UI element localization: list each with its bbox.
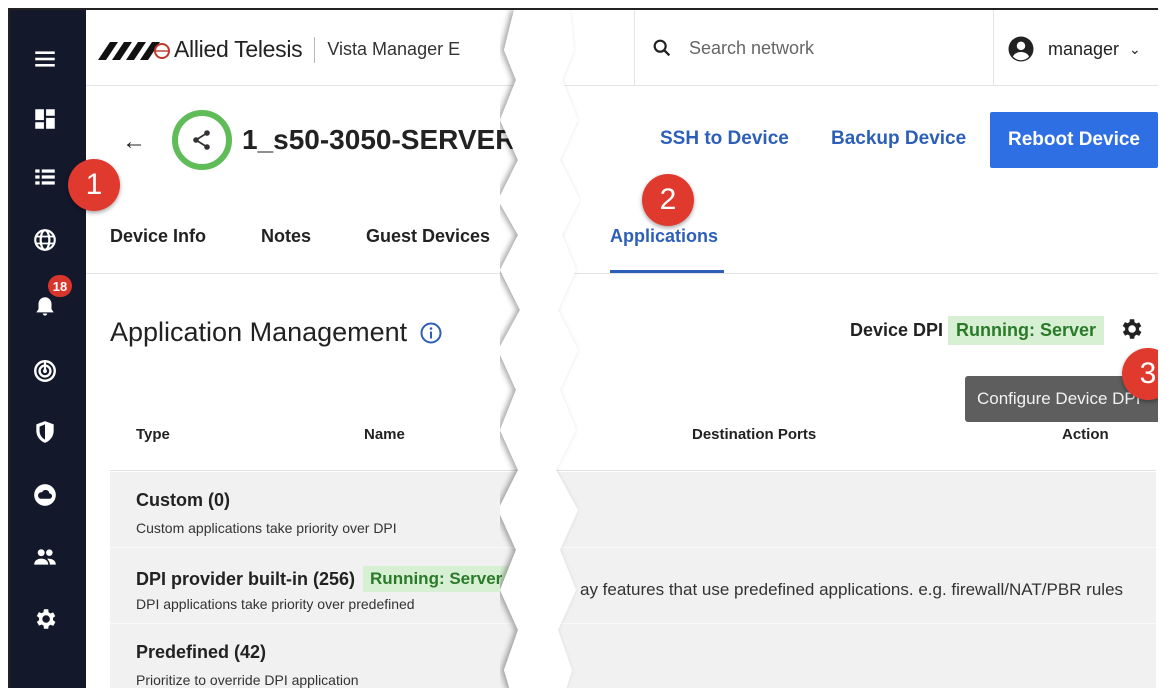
cloud-icon[interactable] (28, 478, 62, 512)
search-input[interactable] (689, 37, 949, 59)
tab-bar: Device Info Notes Guest Devices Applicat… (86, 200, 1158, 274)
callout-1: 1 (68, 159, 120, 211)
tab-applications[interactable]: Applications (610, 226, 718, 247)
brand-name: Allied Telesis (174, 36, 303, 62)
dpi-status-badge: Running: Server (948, 316, 1105, 345)
row-subtitle: DPI applications take priority over pred… (136, 596, 415, 612)
share-icon (193, 130, 210, 150)
table-row[interactable]: Custom (0) Custom applications take prio… (110, 472, 1156, 548)
shield-icon[interactable] (28, 415, 62, 449)
column-header-action[interactable]: Action (1062, 426, 1109, 443)
callout-2: 2 (642, 174, 694, 226)
user-name: manager (1048, 38, 1120, 59)
user-menu[interactable]: manager ⌄ (1006, 34, 1141, 64)
row-title: DPI provider built-in (256) Running: Ser… (136, 566, 510, 592)
back-arrow-icon[interactable]: ← (122, 128, 146, 156)
search-bar[interactable] (634, 10, 994, 86)
table-row[interactable]: DPI provider built-in (256) Running: Ser… (110, 548, 1156, 624)
row-description: ay features that use predefined applicat… (580, 580, 1124, 599)
device-status-icon (172, 110, 232, 170)
product-name: Vista Manager E (327, 39, 461, 59)
dashboard-icon[interactable] (28, 102, 62, 136)
device-dpi-label: Device DPI (850, 320, 944, 340)
brand[interactable]: Allied Telesis Vista Manager E (98, 36, 460, 63)
torn-edge-decoration (500, 10, 580, 688)
gear-icon[interactable] (28, 602, 62, 636)
column-header-type[interactable]: Type (136, 426, 170, 443)
active-tab-indicator (610, 270, 724, 273)
tab-device-info[interactable]: Device Info (110, 226, 206, 247)
ssh-to-device-link[interactable]: SSH to Device (660, 128, 789, 150)
account-icon (1008, 36, 1034, 62)
table-row[interactable]: Predefined (42) Prioritize to override D… (110, 624, 1156, 688)
backup-device-link[interactable]: Backup Device (831, 128, 966, 150)
top-bar: Allied Telesis Vista Manager E manager ⌄ (86, 10, 1158, 86)
page-title: Application Management (110, 317, 443, 348)
menu-icon[interactable] (28, 42, 62, 76)
column-header-name[interactable]: Name (364, 426, 405, 443)
info-icon[interactable] (419, 321, 443, 345)
device-name: 1_s50-3050-SERVER (242, 124, 516, 155)
reboot-device-button[interactable]: Reboot Device (990, 112, 1158, 168)
row-title: Predefined (42) (136, 642, 267, 662)
list-icon[interactable] (28, 160, 62, 194)
tab-notes[interactable]: Notes (261, 226, 311, 247)
radar-icon[interactable] (28, 354, 62, 388)
sidebar: 18 (10, 10, 86, 688)
search-icon (653, 39, 671, 57)
row-subtitle: Prioritize to override DPI application (136, 672, 359, 688)
row-subtitle: Custom applications take priority over D… (136, 520, 397, 536)
globe-icon[interactable] (28, 223, 62, 257)
app-window: 18 Allied Telesis Vista Manager E Search… (8, 8, 1158, 688)
brand-divider (314, 36, 316, 63)
configure-dpi-gear-icon[interactable] (1118, 316, 1144, 342)
tab-guest-devices[interactable]: Guest Devices (366, 226, 490, 247)
row-status-badge: Running: Server (363, 566, 510, 592)
row-title: Custom (0) (136, 490, 230, 510)
table-header-divider (110, 470, 1156, 471)
chevron-down-icon: ⌄ (1129, 40, 1141, 57)
notification-badge: 18 (48, 275, 72, 297)
people-icon[interactable] (28, 540, 62, 574)
device-header: ← 1_s50-3050-SERVER SSH to Device Backup… (86, 86, 1158, 200)
applications-table: Type Name Destination Ports Action Custo… (110, 396, 1156, 688)
column-header-destination-ports[interactable]: Destination Ports (692, 426, 816, 443)
row-title-text: DPI provider built-in (256) (136, 568, 356, 589)
page-title-text: Application Management (110, 317, 408, 347)
allied-telesis-logo (98, 41, 170, 60)
